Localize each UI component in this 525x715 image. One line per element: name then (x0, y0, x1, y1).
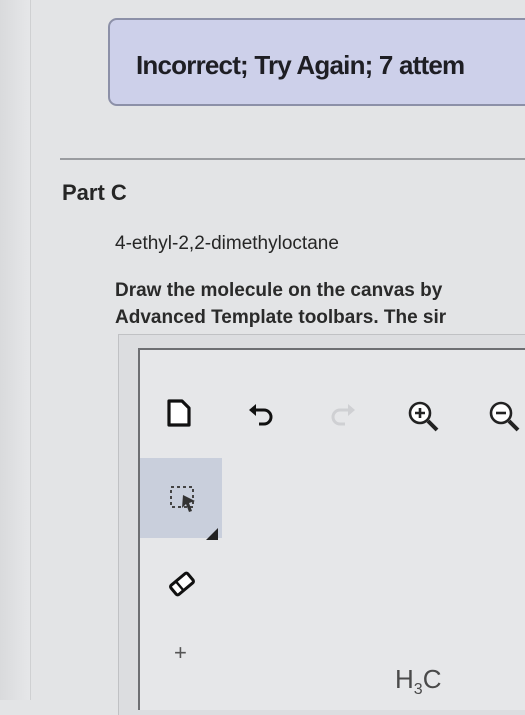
eraser-button[interactable] (164, 566, 200, 602)
compound-name: 4-ethyl-2,2-dimethyloctane (115, 233, 339, 254)
zoom-out-icon (486, 398, 522, 434)
feedback-banner: Incorrect; Try Again; 7 attem (108, 18, 525, 106)
left-rail (0, 0, 31, 700)
canvas-atom-label[interactable]: H3C (395, 664, 442, 698)
undo-button[interactable] (244, 400, 278, 430)
eraser-icon (166, 568, 198, 600)
new-document-button[interactable] (162, 396, 196, 430)
zoom-out-button[interactable] (484, 396, 524, 436)
atom-label-c: C (422, 664, 442, 694)
redo-button[interactable] (326, 400, 360, 430)
atom-label-subscript: 3 (413, 681, 423, 698)
tool-expand-indicator[interactable] (206, 528, 218, 540)
undo-icon (246, 402, 276, 428)
instructions-line-2: Advanced Template toolbars. The sir (115, 307, 447, 328)
zoom-in-button[interactable] (403, 396, 443, 436)
section-divider (60, 158, 525, 160)
feedback-message: Incorrect; Try Again; 7 attem (136, 50, 465, 80)
zoom-in-icon (405, 398, 441, 434)
selection-icon (165, 481, 203, 515)
atom-label-h: H (395, 664, 414, 694)
selection-tool-button[interactable] (162, 478, 206, 518)
instructions-line-1: Draw the molecule on the canvas by (115, 280, 443, 301)
redo-icon (328, 402, 358, 428)
part-title: Part C (62, 180, 127, 205)
plus-label: + (174, 640, 187, 665)
new-document-icon (166, 398, 192, 428)
